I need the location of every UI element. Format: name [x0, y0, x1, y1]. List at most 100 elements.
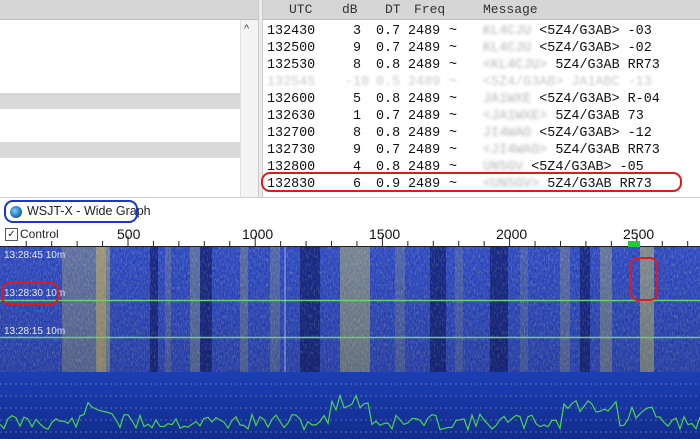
- redacted-callsign: KL4CJU: [483, 41, 532, 56]
- decode-row[interactable]: 132630 1 0.7 2489 ~ <JA1WXE> 5Z4/G3AB 73: [263, 109, 700, 126]
- decode-utc: 132700: [267, 126, 316, 141]
- decode-table-body: 132430 3 0.7 2489 ~ KL4CJU <5Z4/G3AB> -03 1325…: [263, 24, 700, 194]
- vertical-scrollbar[interactable]: ^: [240, 20, 258, 197]
- redacted-callsign: JA1WXE: [483, 92, 532, 107]
- decode-db: 9: [352, 143, 361, 158]
- column-header-freq: Freq: [414, 2, 446, 17]
- decode-dt: 0.8: [376, 58, 401, 73]
- freq-tick-label: 2500: [623, 226, 655, 242]
- column-header-message: Message: [483, 2, 538, 17]
- decode-message: JI4WAO <5Z4/G3AB> -12: [483, 126, 652, 141]
- decode-utc: 132530: [267, 58, 316, 73]
- decode-utc: 132630: [267, 109, 316, 124]
- redacted-callsign: <KL4CJU>: [483, 58, 548, 73]
- freq-tick-label: 2000: [496, 226, 528, 242]
- decode-db: 9: [352, 41, 361, 56]
- decode-tilde: ~: [449, 24, 458, 39]
- decode-dt: 0.8: [376, 92, 401, 107]
- freq-tick-label: 1500: [369, 226, 401, 242]
- decode-utc: 132500: [267, 41, 316, 56]
- decode-dt: 0.7: [376, 109, 401, 124]
- decode-utc: 132730: [267, 143, 316, 158]
- freq-tick-label: 500: [117, 226, 141, 242]
- decode-db: 5: [352, 92, 361, 107]
- decode-freq: 2489: [408, 92, 441, 107]
- decode-tilde: ~: [449, 109, 458, 124]
- control-label: Control: [20, 227, 59, 241]
- message-text: <5Z4/G3AB> -02: [531, 41, 652, 56]
- decode-row[interactable]: 132600 5 0.8 2489 ~ JA1WXE <5Z4/G3AB> R-04: [263, 92, 700, 109]
- decode-db: -10: [345, 75, 370, 90]
- decode-dt: 0.8: [376, 126, 401, 141]
- decode-utc: 132600: [267, 92, 316, 107]
- decode-message: <KL4CJU> 5Z4/G3AB RR73: [483, 58, 660, 73]
- decode-tilde: ~: [449, 41, 458, 56]
- decode-dt: 0.7: [376, 143, 401, 158]
- decode-message: KL4CJU <5Z4/G3AB> -02: [483, 41, 652, 56]
- control-checkbox[interactable]: ✓: [5, 228, 18, 241]
- message-text: <5Z4/G3AB> -03: [531, 24, 652, 39]
- decode-row[interactable]: 132500 9 0.7 2489 ~ KL4CJU <5Z4/G3AB> -02: [263, 41, 700, 58]
- waterfall-timestamp: 13:28:45 10m: [4, 250, 66, 261]
- decode-freq: 2489: [408, 41, 441, 56]
- frequency-scale: [0, 236, 700, 247]
- decode-dt: 0.5: [376, 75, 401, 90]
- redacted-callsign: <5Z4/G3AB> JA1ABC -13: [483, 75, 652, 90]
- signal-highlight-annotation: [630, 257, 658, 301]
- column-header-utc: UTC: [289, 2, 313, 17]
- decode-db: 8: [352, 126, 361, 141]
- decode-message: KL4CJU <5Z4/G3AB> -03: [483, 24, 652, 39]
- column-header-dt: DT: [385, 2, 401, 17]
- decode-freq: 2489: [408, 24, 441, 39]
- redacted-callsign: <JI4WAO>: [483, 143, 548, 158]
- spectrum-plot: [0, 372, 700, 439]
- decode-row[interactable]: 132545 -10 0.5 2489 ~ <5Z4/G3AB> JA1ABC -13: [263, 75, 700, 92]
- decode-db: 3: [352, 24, 361, 39]
- title-highlight-annotation: [4, 200, 138, 223]
- decode-row[interactable]: 132430 3 0.7 2489 ~ KL4CJU <5Z4/G3AB> -03: [263, 24, 700, 41]
- decode-row[interactable]: 132530 8 0.8 2489 ~ <KL4CJU> 5Z4/G3AB RR73: [263, 58, 700, 75]
- redacted-callsign: JI4WAO: [483, 126, 532, 141]
- rx-frequency-panel: UTC dB DT Freq Message 132430 3 0.7 2489 ~ KL…: [263, 0, 700, 197]
- message-text: 5Z4/G3AB RR73: [547, 143, 660, 158]
- list-item[interactable]: [0, 142, 240, 158]
- decode-utc: 132430: [267, 24, 316, 39]
- decode-tilde: ~: [449, 126, 458, 141]
- highlighted-decode-annotation: [261, 172, 682, 192]
- message-text: <5Z4/G3AB> -12: [531, 126, 652, 141]
- list-item[interactable]: [0, 93, 240, 109]
- decode-message: <JA1WXE> 5Z4/G3AB 73: [483, 109, 644, 124]
- waterfall-display[interactable]: [0, 247, 700, 372]
- decode-freq: 2489: [408, 143, 441, 158]
- decode-dt: 0.7: [376, 41, 401, 56]
- decode-message: JA1WXE <5Z4/G3AB> R-04: [483, 92, 660, 107]
- decode-tilde: ~: [449, 143, 458, 158]
- decode-db: 1: [352, 109, 361, 124]
- redacted-callsign: <JA1WXE>: [483, 109, 548, 124]
- decode-message: <5Z4/G3AB> JA1ABC -13: [483, 75, 652, 90]
- decode-freq: 2489: [408, 126, 441, 141]
- message-text: 5Z4/G3AB 73: [547, 109, 644, 124]
- decode-tilde: ~: [449, 75, 458, 90]
- waterfall-timestamp: 13:28:15 10m: [4, 326, 66, 337]
- decode-row[interactable]: 132700 8 0.8 2489 ~ JI4WAO <5Z4/G3AB> -12: [263, 126, 700, 143]
- freq-tick-label: 1000: [242, 226, 274, 242]
- band-activity-panel: ^: [0, 0, 258, 197]
- decode-db: 8: [352, 58, 361, 73]
- timestamp-highlight-annotation: [1, 282, 59, 305]
- column-header-db: dB: [342, 2, 358, 17]
- message-text: <5Z4/G3AB> R-04: [531, 92, 660, 107]
- decode-freq: 2489: [408, 75, 441, 90]
- decode-tilde: ~: [449, 92, 458, 107]
- decode-tilde: ~: [449, 58, 458, 73]
- band-activity-header: [0, 0, 258, 20]
- decode-freq: 2489: [408, 58, 441, 73]
- message-text: 5Z4/G3AB RR73: [547, 58, 660, 73]
- decode-message: <JI4WAO> 5Z4/G3AB RR73: [483, 143, 660, 158]
- scroll-up-icon[interactable]: ^: [244, 23, 249, 35]
- decode-row[interactable]: 132730 9 0.7 2489 ~ <JI4WAO> 5Z4/G3AB RR73: [263, 143, 700, 160]
- redacted-callsign: KL4CJU: [483, 24, 532, 39]
- decode-table-header: UTC dB DT Freq Message: [263, 0, 700, 20]
- decode-freq: 2489: [408, 109, 441, 124]
- decode-utc: 132545: [267, 75, 316, 90]
